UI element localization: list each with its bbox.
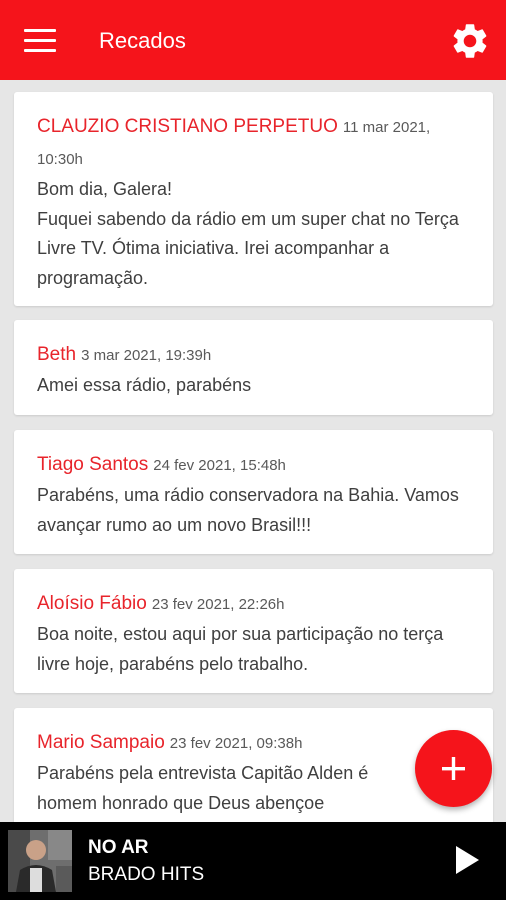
message-text: Amei essa rádio, parabéns <box>37 375 252 395</box>
menu-button[interactable] <box>24 29 56 53</box>
settings-button[interactable] <box>449 20 491 62</box>
play-icon <box>456 846 479 874</box>
message-header: Aloísio Fábio 23 fev 2021, 22:26h <box>37 588 470 620</box>
station-name: BRADO HITS <box>88 864 205 885</box>
message-card: Beth 3 mar 2021, 19:39h Amei essa rádio,… <box>14 320 493 415</box>
hamburger-line <box>24 49 56 52</box>
message-date: 24 fev 2021, 15:48h <box>153 457 286 474</box>
station-thumbnail <box>8 830 72 892</box>
message-author: Aloísio Fábio <box>37 593 147 614</box>
plus-icon <box>442 757 465 780</box>
gear-icon <box>453 24 487 58</box>
app-bar: Recados <box>0 0 506 80</box>
message-date: 23 fev 2021, 09:38h <box>169 735 303 752</box>
message-header: Tiago Santos 24 fev 2021, 15:48h <box>37 449 470 481</box>
message-date: 3 mar 2021, 19:39h <box>81 347 212 364</box>
add-message-button[interactable] <box>415 730 492 807</box>
message-card: Tiago Santos 24 fev 2021, 15:48h Parabén… <box>14 430 493 554</box>
message-header: Beth 3 mar 2021, 19:39h <box>37 339 470 371</box>
message-author: Beth <box>37 344 77 365</box>
message-author: Mario Sampaio <box>37 732 165 753</box>
play-button[interactable] <box>452 843 482 877</box>
message-author: Tiago Santos <box>37 454 149 475</box>
message-text: Parabéns pela entrevista Capitão Alden é… <box>37 763 369 813</box>
page-title: Recados <box>99 28 186 53</box>
player-bar[interactable]: NO AR BRADO HITS <box>0 822 506 900</box>
message-header: Mario Sampaio 23 fev 2021, 09:38h <box>37 727 423 759</box>
message-text: Bom dia, Galera! Fuquei sabendo da rádio… <box>37 179 459 288</box>
message-date: 23 fev 2021, 22:26h <box>151 596 285 613</box>
hamburger-menu-icon <box>24 29 56 32</box>
message-feed[interactable]: CLAUZIO CRISTIANO PERPETUO 11 mar 2021, … <box>0 80 506 822</box>
message-header: CLAUZIO CRISTIANO PERPETUO 11 mar 2021, … <box>37 111 470 175</box>
message-text: Parabéns, uma rádio conservadora na Bahi… <box>37 485 459 535</box>
live-status-label: NO AR <box>88 837 149 858</box>
message-card: CLAUZIO CRISTIANO PERPETUO 11 mar 2021, … <box>14 92 493 306</box>
message-card: Aloísio Fábio 23 fev 2021, 22:26h Boa no… <box>14 569 493 693</box>
message-text: Boa noite, estou aqui por sua participaç… <box>37 624 444 674</box>
hamburger-line <box>24 39 56 42</box>
message-author: CLAUZIO CRISTIANO PERPETUO <box>37 116 338 137</box>
